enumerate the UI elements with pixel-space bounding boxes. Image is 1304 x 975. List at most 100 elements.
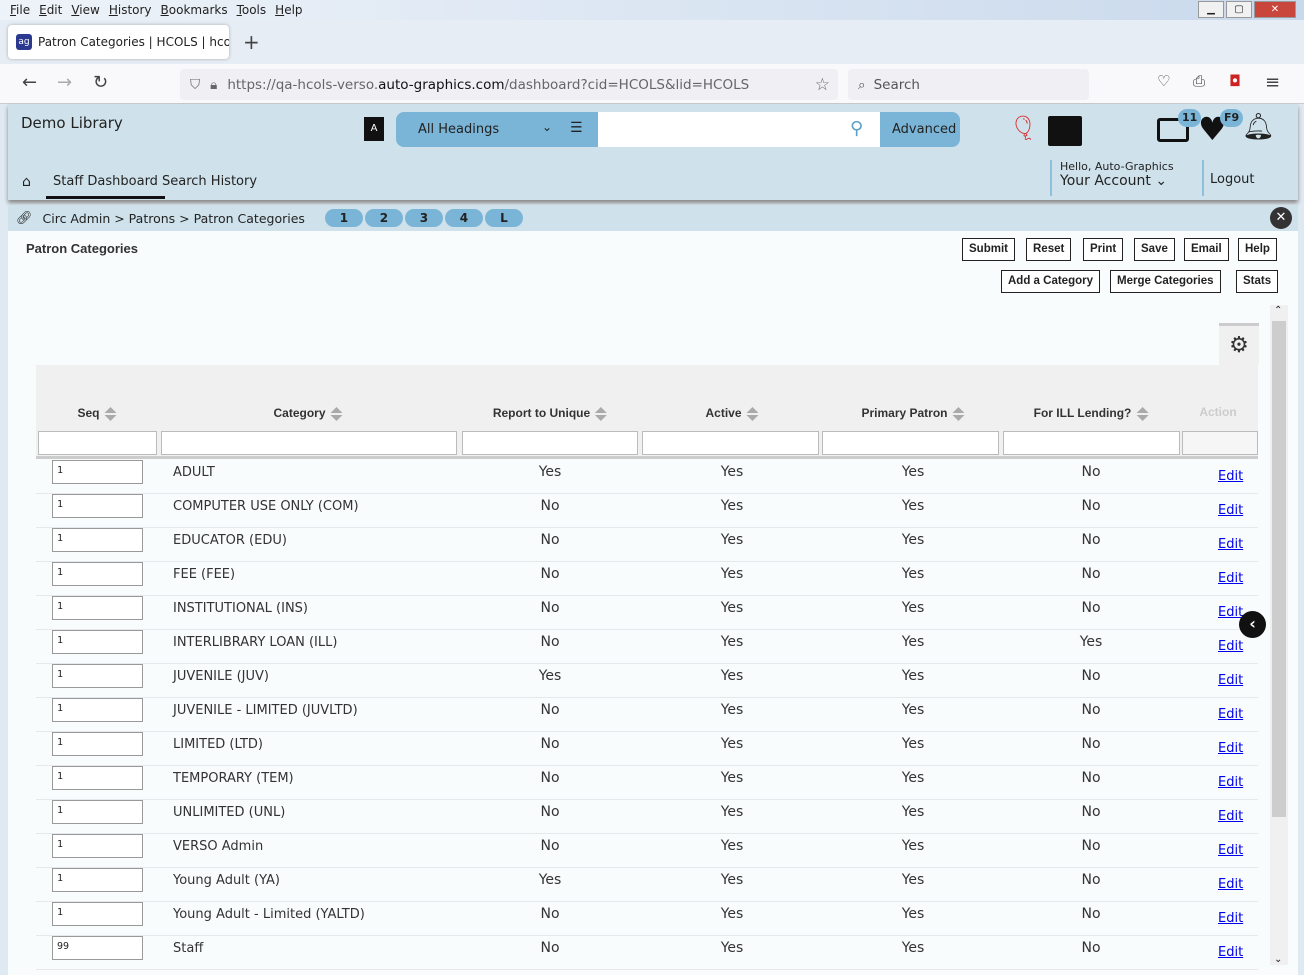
url-bar[interactable]: ⛉ 🔒︎ https://qa-hcols-verso. auto-graphics.… (180, 69, 838, 100)
scroll-down-icon[interactable]: ⌄ (1274, 954, 1282, 965)
seq-input[interactable]: 1 (52, 596, 143, 620)
seq-input[interactable]: 1 (52, 528, 143, 552)
seq-input[interactable]: 1 (52, 732, 143, 756)
edit-link[interactable]: Edit (1218, 503, 1243, 518)
nav-staff-dashboard[interactable]: Staff Dashboard (46, 174, 165, 199)
pocket-icon[interactable]: ♡ (1157, 72, 1170, 90)
bookmark-star-icon[interactable]: ☆ (815, 75, 830, 95)
seq-input[interactable]: 1 (52, 460, 143, 484)
gear-icon[interactable]: ⚙ (1219, 323, 1259, 365)
sort-icon[interactable] (330, 406, 343, 421)
seq-input[interactable]: 1 (52, 630, 143, 654)
search-scope-select[interactable]: All Headings (418, 122, 499, 137)
close-window-button[interactable]: ✕ (1254, 1, 1296, 18)
edit-link[interactable]: Edit (1218, 571, 1243, 586)
menu-history[interactable]: History (109, 3, 152, 17)
column-filter-input[interactable] (161, 431, 457, 455)
column-filter-input[interactable] (642, 431, 819, 455)
edit-link[interactable]: Edit (1218, 741, 1243, 756)
page-pill-1[interactable]: 1 (324, 209, 363, 227)
seq-input[interactable]: 1 (52, 562, 143, 586)
extension-icon[interactable]: ◘ (1229, 72, 1241, 90)
new-tab-button[interactable]: + (243, 30, 260, 54)
account-menu[interactable]: Hello, Auto-Graphics Your Account ⌄ (1050, 160, 1174, 196)
seq-input[interactable]: 99 (52, 936, 143, 960)
minimize-button[interactable]: ▁ (1198, 1, 1224, 18)
tab-patron-categories[interactable]: agPatron Categories | HCOLS | hco✕ (8, 25, 229, 59)
page-pill-L[interactable]: L (484, 209, 523, 227)
logout-link[interactable]: Logout (1202, 160, 1255, 196)
maximize-button[interactable]: ▢ (1226, 1, 1252, 18)
scrollbar[interactable]: ⌃ ⌄ (1270, 305, 1288, 965)
sort-icon[interactable] (595, 406, 608, 421)
sort-icon[interactable] (746, 406, 759, 421)
column-filter-input[interactable] (462, 431, 638, 455)
menu-bookmarks[interactable]: Bookmarks (161, 3, 228, 17)
database-icon[interactable]: ☰ (570, 120, 583, 136)
reset-button[interactable]: Reset (1026, 238, 1072, 261)
chevron-down-icon[interactable]: ⌄ (542, 120, 552, 134)
back-icon[interactable]: ← (22, 72, 37, 93)
browse-shelf-icon[interactable] (1048, 116, 1082, 146)
page-pill-4[interactable]: 4 (444, 209, 483, 227)
edit-link[interactable]: Edit (1218, 877, 1243, 892)
advanced-search-button[interactable]: Advanced (892, 122, 956, 137)
home-icon[interactable]: ⌂ (22, 174, 31, 190)
add-category-button[interactable]: Add a Category (1001, 270, 1100, 293)
edit-link[interactable]: Edit (1218, 673, 1243, 688)
scrollbar-thumb[interactable] (1272, 321, 1286, 817)
print-button[interactable]: Print (1083, 238, 1124, 261)
help-button[interactable]: Help (1238, 238, 1277, 261)
balloon-icon[interactable]: 🎈︎ (1008, 114, 1038, 142)
edit-link[interactable]: Edit (1218, 911, 1243, 926)
seq-input[interactable]: 1 (52, 698, 143, 722)
print-icon[interactable]: ⎙ (1193, 72, 1205, 90)
edit-link[interactable]: Edit (1218, 843, 1243, 858)
seq-input[interactable]: 1 (52, 868, 143, 892)
sort-icon[interactable] (952, 406, 965, 421)
browser-search[interactable]: ⌕ Search (848, 69, 1089, 100)
email-button[interactable]: Email (1184, 238, 1229, 261)
sort-icon[interactable] (104, 406, 117, 421)
submit-button[interactable]: Submit (962, 238, 1015, 261)
edit-link[interactable]: Edit (1218, 707, 1243, 722)
page-pill-2[interactable]: 2 (364, 209, 403, 227)
bell-icon[interactable]: 🔔︎ (1242, 112, 1275, 142)
scroll-up-icon[interactable]: ⌃ (1274, 305, 1282, 316)
column-filter-input[interactable] (1003, 431, 1180, 455)
your-account-link[interactable]: Your Account (1060, 173, 1151, 189)
column-header[interactable]: Primary Patron (861, 406, 965, 421)
menu-tools[interactable]: Tools (237, 3, 267, 17)
page-pill-3[interactable]: 3 (404, 209, 443, 227)
chevron-left-icon[interactable]: ‹ (1239, 611, 1266, 638)
save-button[interactable]: Save (1134, 238, 1175, 261)
close-icon[interactable]: ✕ (1270, 207, 1292, 229)
translate-icon[interactable]: A (364, 117, 384, 141)
edit-link[interactable]: Edit (1218, 945, 1243, 960)
column-filter-input[interactable] (822, 431, 999, 455)
forward-icon[interactable]: → (57, 72, 72, 93)
search-input[interactable] (598, 112, 880, 147)
column-header[interactable]: Category (273, 406, 343, 421)
edit-link[interactable]: Edit (1218, 537, 1243, 552)
stats-button[interactable]: Stats (1236, 270, 1279, 293)
seq-input[interactable]: 1 (52, 494, 143, 518)
column-header[interactable]: Report to Unique (493, 406, 608, 421)
column-header[interactable]: Active (705, 406, 759, 421)
column-header[interactable]: Seq (77, 406, 117, 421)
column-header[interactable]: For ILL Lending? (1034, 406, 1149, 421)
edit-link[interactable]: Edit (1218, 639, 1243, 654)
edit-link[interactable]: Edit (1218, 775, 1243, 790)
edit-link[interactable]: Edit (1218, 469, 1243, 484)
seq-input[interactable]: 1 (52, 664, 143, 688)
seq-input[interactable]: 1 (52, 766, 143, 790)
column-filter-input[interactable] (38, 431, 157, 455)
menu-help[interactable]: Help (275, 3, 302, 17)
menu-view[interactable]: View (71, 3, 99, 17)
reload-icon[interactable]: ↻ (93, 72, 108, 93)
search-icon[interactable]: ⚲ (850, 118, 863, 139)
edit-link[interactable]: Edit (1218, 809, 1243, 824)
nav-search-history[interactable]: Search History (162, 174, 257, 189)
sort-icon[interactable] (1136, 406, 1149, 421)
hamburger-menu-icon[interactable]: ≡ (1265, 72, 1280, 93)
